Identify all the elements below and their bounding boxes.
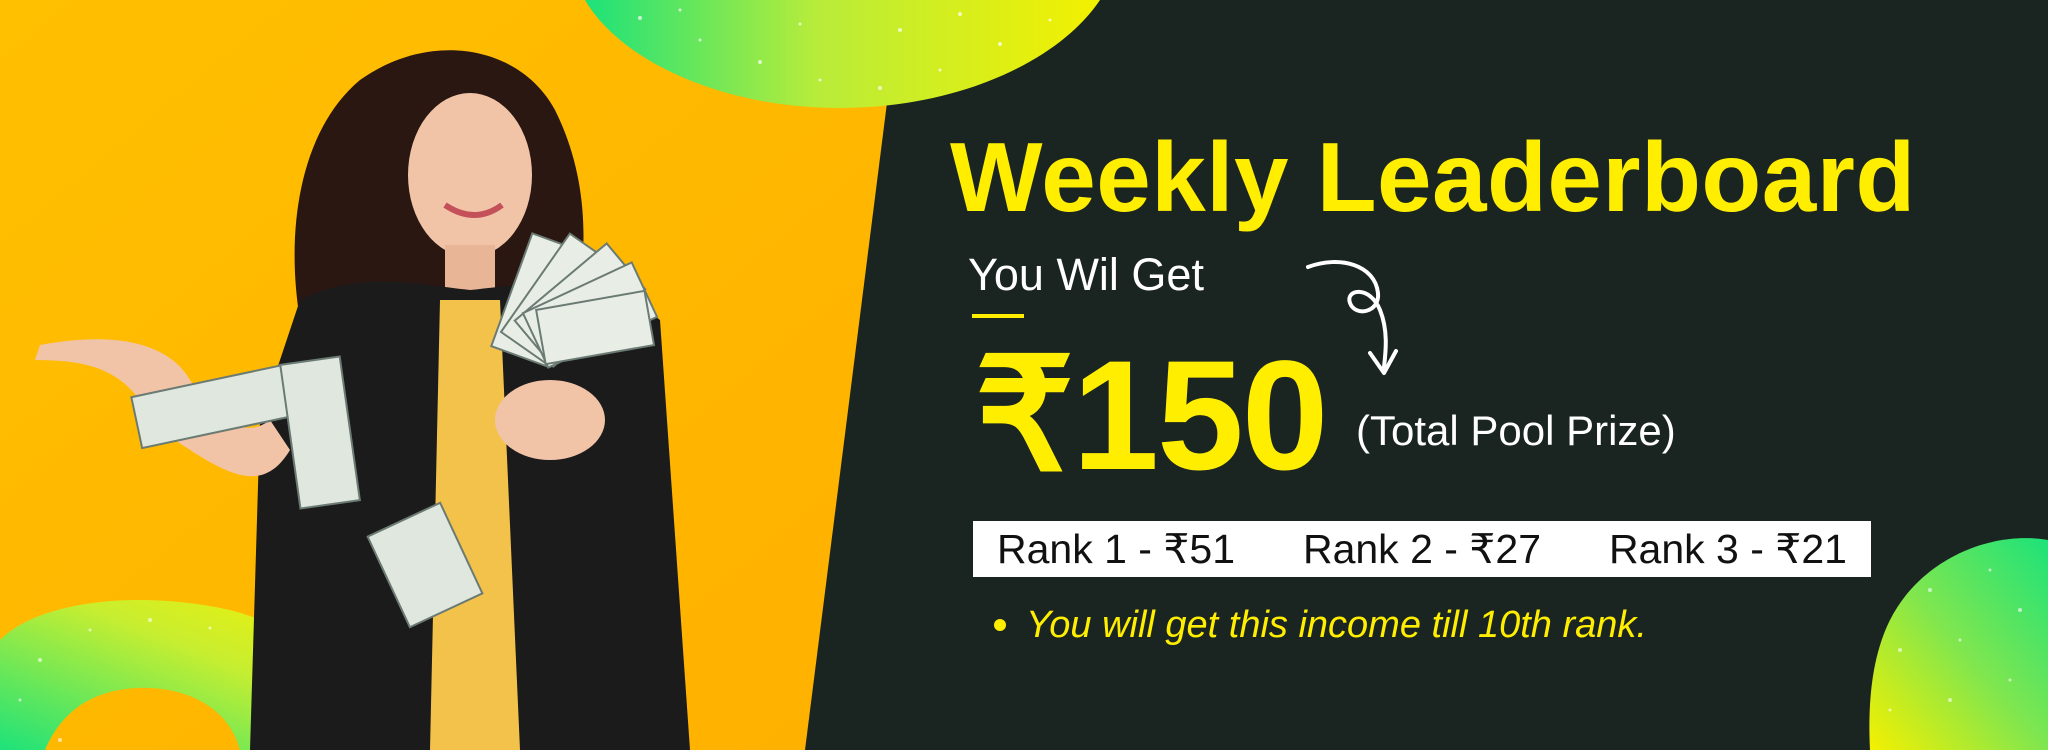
bullet-dot-icon xyxy=(994,619,1006,631)
page-title: Weekly Leaderboard xyxy=(950,122,1916,232)
rank-strip: Rank 1 - ₹51 Rank 2 - ₹27 Rank 3 - ₹21 xyxy=(973,521,1871,577)
rank-3: Rank 3 - ₹21 xyxy=(1608,525,1847,572)
subtitle: You Wil Get xyxy=(968,249,1204,300)
rank-2: Rank 2 - ₹27 xyxy=(1302,525,1542,572)
bottom-right-swirl-shape xyxy=(1869,538,2048,750)
subtitle-underline xyxy=(972,314,1024,318)
bullet-text: You will get this income till 10th rank. xyxy=(1026,604,1647,646)
rank-1: Rank 1 - ₹51 xyxy=(997,525,1236,572)
leaderboard-banner: Weekly Leaderboard You Wil Get ₹150 (Tot… xyxy=(0,0,2048,750)
bullet-note: You will get this income till 10th rank. xyxy=(994,606,1647,644)
prize-amount: ₹150 xyxy=(975,329,1329,503)
prize-amount-note: (Total Pool Prize) xyxy=(1356,407,1676,454)
